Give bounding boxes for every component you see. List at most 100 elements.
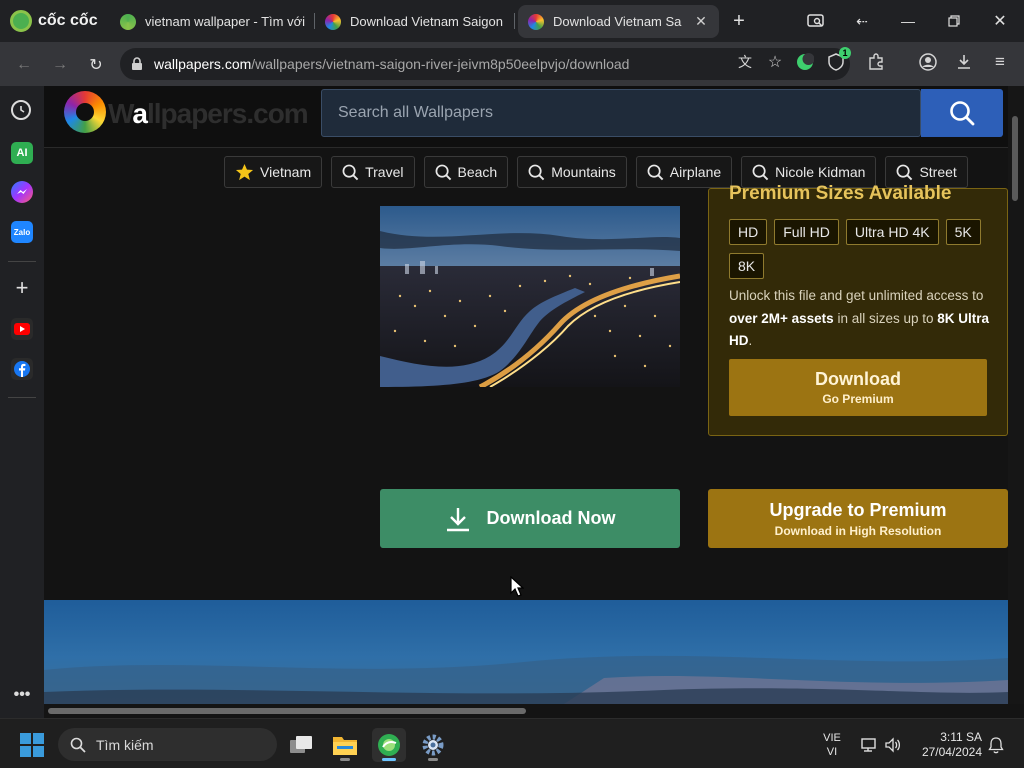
menu-icon[interactable]: ≡: [989, 51, 1011, 73]
lock-icon[interactable]: [130, 57, 144, 71]
search-icon: [897, 164, 913, 180]
taskbar: Tìm kiếm VIE VI 3:11 SA 27/04/2024: [0, 718, 1024, 768]
messenger-icon[interactable]: [11, 181, 33, 203]
search-icon: [342, 164, 359, 180]
downloads-icon[interactable]: [953, 51, 975, 73]
volume-icon[interactable]: [880, 728, 906, 762]
extension-badge: 1: [839, 47, 851, 59]
premium-text-1: Unlock this file and get unlimited acces…: [729, 288, 984, 303]
horizontal-scrollbar[interactable]: [44, 704, 1024, 718]
settings-icon[interactable]: [416, 728, 450, 762]
file-explorer-icon[interactable]: [328, 728, 362, 762]
wallpaper-preview-image[interactable]: [380, 206, 680, 387]
site-logo-text-post: llpapers.com: [146, 98, 309, 129]
vertical-scrollbar-thumb[interactable]: [1012, 116, 1018, 201]
tag-airplane[interactable]: Airplane: [635, 156, 733, 188]
mouse-cursor-icon: [510, 576, 524, 597]
tab-title: Download Vietnam Sa: [553, 14, 682, 29]
ai-icon[interactable]: AI: [11, 142, 33, 164]
web-page: Wallpapers.com Search all Wallpapers Vie…: [44, 86, 1024, 718]
close-window-icon[interactable]: ✕: [990, 11, 1010, 31]
site-logo-text-pre: W: [108, 98, 133, 129]
size-chip-5k[interactable]: 5K: [945, 219, 981, 245]
wallpapers-logo-icon[interactable]: [64, 91, 106, 133]
extensions-puzzle-icon[interactable]: [865, 51, 887, 73]
download-icon: [446, 507, 469, 531]
restore-icon[interactable]: [944, 11, 964, 31]
vertical-scrollbar[interactable]: [1008, 86, 1024, 704]
site-search-button[interactable]: [921, 89, 1003, 137]
url-path: /wallpapers/vietnam-saigon-river-jeivm8p…: [251, 56, 630, 72]
tag-label: Airplane: [669, 164, 722, 180]
history-icon[interactable]: [11, 100, 31, 120]
back-icon[interactable]: ←: [13, 54, 35, 76]
tab-vietnam-wallpaper[interactable]: vietnam wallpaper - Tìm với: [110, 5, 315, 38]
premium-text-bold-1: over 2M+ assets: [729, 310, 834, 326]
input-language-indicator[interactable]: VIE VI: [818, 731, 846, 759]
taskbar-clock[interactable]: 3:11 SA 27/04/2024: [912, 730, 982, 760]
tab-bar: cốc cốc vietnam wallpaper - Tìm với Down…: [0, 0, 1024, 42]
search-tabs-icon[interactable]: [806, 11, 826, 31]
wallpapers-favicon-icon: [528, 13, 544, 30]
bookmark-star-icon[interactable]: ☆: [764, 51, 786, 73]
zalo-icon[interactable]: Zalo: [11, 221, 33, 243]
upgrade-sub: Download in High Resolution: [774, 523, 942, 538]
task-view-icon[interactable]: [284, 728, 318, 762]
download-now-button[interactable]: Download Now: [380, 489, 680, 548]
wallpapers-favicon-icon: [325, 13, 341, 30]
taskbar-search-box[interactable]: Tìm kiếm: [58, 728, 277, 761]
premium-download-sub: Go Premium: [822, 392, 894, 406]
running-indicator: [382, 758, 396, 761]
site-logo-text[interactable]: Wallpapers.com: [108, 98, 309, 130]
tab-title: vietnam wallpaper - Tìm với: [145, 14, 305, 29]
size-chip-full-hd[interactable]: Full HD: [774, 219, 839, 245]
tag-label: Beach: [457, 164, 498, 180]
new-tab-icon[interactable]: +: [729, 10, 749, 32]
horizontal-scrollbar-thumb[interactable]: [48, 708, 526, 714]
back-history-icon[interactable]: ⇠: [852, 11, 872, 31]
side-panel-divider: [8, 261, 36, 262]
forward-icon[interactable]: →: [49, 54, 71, 76]
adblock-shield-icon[interactable]: 1: [825, 47, 851, 73]
notification-bell-icon[interactable]: [985, 728, 1007, 762]
running-indicator: [428, 758, 438, 761]
upgrade-premium-button[interactable]: Upgrade to Premium Download in High Reso…: [708, 489, 1008, 548]
more-icon[interactable]: •••: [11, 684, 33, 706]
tag-mountains[interactable]: Mountains: [517, 156, 627, 188]
tag-travel[interactable]: Travel: [331, 156, 415, 188]
network-icon[interactable]: [856, 728, 882, 762]
size-chip-hd[interactable]: HD: [729, 219, 768, 245]
side-panel: AI Zalo + •••: [0, 86, 44, 718]
profile-icon[interactable]: [917, 51, 939, 73]
tab-download-vietnam-saigon[interactable]: Download Vietnam Saigon: [315, 5, 515, 38]
tag-beach[interactable]: Beach: [423, 156, 509, 188]
lang-line-1: VIE: [823, 732, 841, 744]
coccoc-browser-icon[interactable]: [372, 728, 406, 762]
reload-icon[interactable]: ↻: [85, 54, 107, 76]
tab-download-vietnam-active[interactable]: Download Vietnam Sa ✕: [518, 5, 719, 38]
clock-date: 27/04/2024: [921, 745, 982, 759]
premium-download-button[interactable]: Download Go Premium: [729, 359, 987, 416]
size-chip-8k[interactable]: 8K: [729, 253, 765, 279]
tab-close-icon[interactable]: ✕: [693, 13, 709, 30]
premium-download-label: Download: [815, 369, 901, 389]
youtube-icon[interactable]: [11, 318, 33, 340]
browser-brand[interactable]: cốc cốc: [10, 9, 98, 33]
coccoc-search-icon: [120, 13, 136, 30]
dark-mode-icon[interactable]: [794, 51, 816, 73]
facebook-icon[interactable]: [11, 358, 33, 380]
search-icon: [70, 737, 86, 753]
side-panel-divider: [8, 397, 36, 398]
size-chip-ultra-hd-4k[interactable]: Ultra HD 4K: [845, 219, 939, 245]
tag-vietnam[interactable]: Vietnam: [224, 156, 323, 188]
lang-line-2: VI: [826, 746, 838, 758]
site-header: Wallpapers.com Search all Wallpapers: [44, 86, 1024, 148]
wallpaper-large-image[interactable]: [44, 600, 1008, 704]
add-icon[interactable]: +: [11, 275, 33, 300]
windows-start-icon[interactable]: [20, 733, 44, 757]
site-search-input[interactable]: Search all Wallpapers: [321, 89, 921, 137]
translate-icon[interactable]: 文: [734, 51, 756, 73]
premium-text-2: in all sizes up to: [833, 310, 938, 326]
minimize-icon[interactable]: —: [898, 11, 918, 31]
star-icon: [235, 163, 254, 180]
